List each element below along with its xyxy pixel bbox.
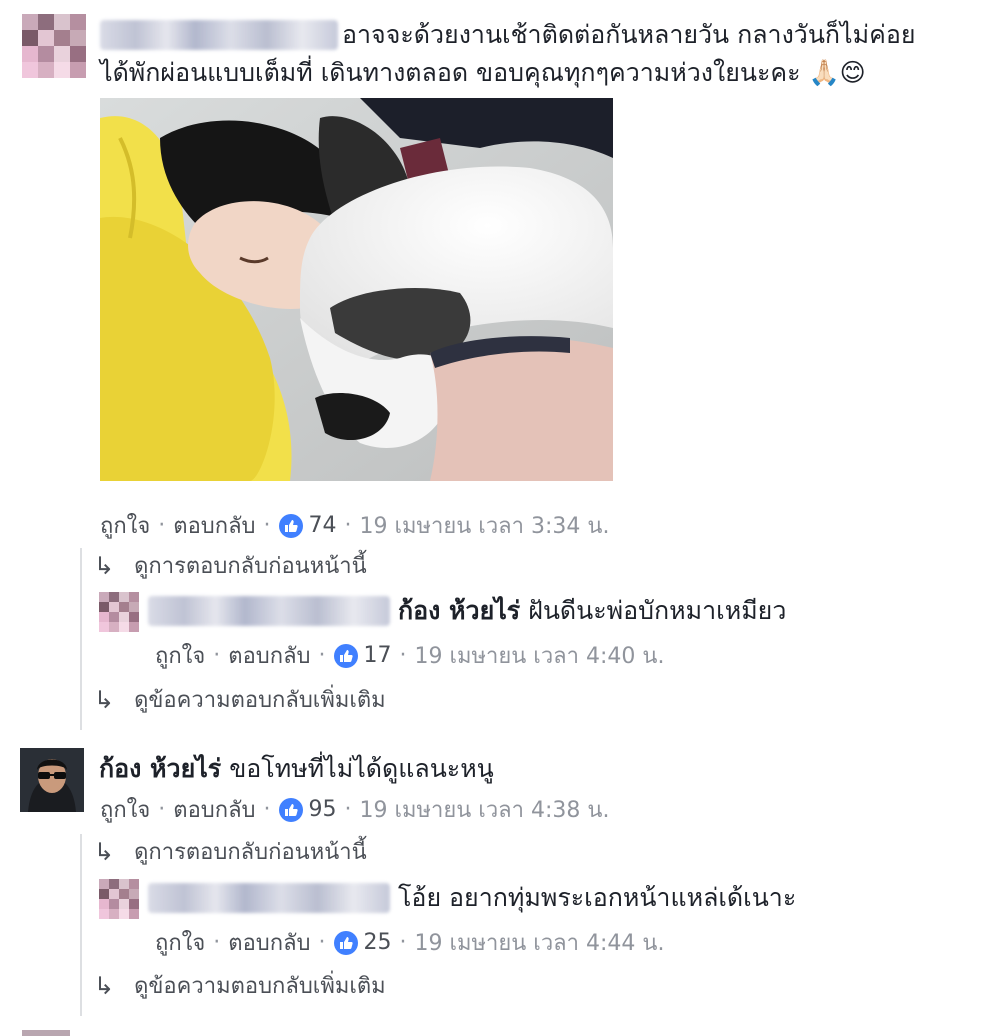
view-previous-replies-link[interactable]: ↳ ดูการตอบกลับก่อนหน้านี้ [94, 834, 367, 869]
reply-arrow-icon: ↳ [94, 551, 115, 580]
reply-arrow-icon: ↳ [94, 685, 115, 714]
comment2-text: ก้อง ห้วยไร่ ขอโทษที่ไม่ได้ดูแลนะหนู [99, 750, 494, 788]
commenter-avatar[interactable] [22, 14, 86, 78]
reply-timestamp[interactable]: 19 เมษายน เวลา 4:44 น. [415, 925, 665, 960]
reply-like-count[interactable]: 25 [364, 930, 392, 955]
comment-text-line2: ได้พักผ่อนแบบเต็มที่ เดินทางตลอด ขอบคุณท… [100, 58, 866, 87]
view-previous-replies-label[interactable]: ดูการตอบกลับก่อนหน้านี้ [134, 834, 367, 869]
comment-meta: ถูกใจ · ตอบกลับ · 74 · 19 เมษายน เวลา 3:… [100, 508, 609, 543]
reply-arrow-icon: ↳ [94, 837, 115, 866]
like-count[interactable]: 74 [309, 513, 337, 538]
view-previous-replies-label[interactable]: ดูการตอบกลับก่อนหน้านี้ [134, 548, 367, 583]
sleeping-girl-with-dog-photo [100, 98, 613, 481]
reply-avatar[interactable] [99, 879, 139, 919]
reply-body: ฝันดีนะพ่อบักหมาเหมียว [528, 596, 787, 625]
like-thumb-icon[interactable] [333, 643, 358, 668]
comment-photo[interactable] [100, 98, 613, 481]
reply-avatar[interactable] [99, 592, 139, 632]
like-count[interactable]: 95 [309, 797, 337, 822]
reply-author-blurred[interactable] [148, 596, 390, 626]
thread-line [80, 548, 82, 730]
view-more-replies-label[interactable]: ดูข้อความตอบกลับเพิ่มเติม [134, 968, 386, 1003]
like-thumb-icon[interactable] [278, 797, 303, 822]
reply-arrow-icon: ↳ [94, 971, 115, 1000]
comment2-author[interactable]: ก้อง ห้วยไร่ [99, 754, 221, 783]
reply-like-link[interactable]: ถูกใจ [155, 925, 205, 960]
reply-reply-link[interactable]: ตอบกลับ [228, 638, 310, 673]
commenter-avatar[interactable] [20, 748, 84, 812]
comment2-meta: ถูกใจ · ตอบกลับ · 95 · 19 เมษายน เวลา 4:… [100, 792, 609, 827]
like-thumb-icon[interactable] [278, 513, 303, 538]
view-more-replies-link[interactable]: ↳ ดูข้อความตอบกลับเพิ่มเติม [94, 682, 386, 717]
view-more-replies-label[interactable]: ดูข้อความตอบกลับเพิ่มเติม [134, 682, 386, 717]
reply-reply-link[interactable]: ตอบกลับ [228, 925, 310, 960]
timestamp[interactable]: 19 เมษายน เวลา 3:34 น. [360, 508, 610, 543]
commenter-name-blurred[interactable] [100, 20, 338, 50]
comment2-body: ขอโทษที่ไม่ได้ดูแลนะหนู [229, 754, 494, 783]
reply2-text: โอ้ย อยากทุ่มพระเอกหน้าแหล่เด้เนาะ [398, 883, 797, 912]
comment-text-line1: อาจจะด้วยงานเช้าติดต่อกันหลายวัน กลางวัน… [342, 20, 916, 49]
reply-author-blurred[interactable] [148, 883, 390, 913]
thread-line [80, 834, 82, 1016]
like-thumb-icon[interactable] [333, 930, 358, 955]
reply-timestamp[interactable]: 19 เมษายน เวลา 4:40 น. [415, 638, 665, 673]
reply-text: ก้อง ห้วยไร่ ฝันดีนะพ่อบักหมาเหมียว [398, 592, 786, 630]
timestamp[interactable]: 19 เมษายน เวลา 4:38 น. [360, 792, 610, 827]
reply-link[interactable]: ตอบกลับ [173, 508, 255, 543]
view-more-replies-link[interactable]: ↳ ดูข้อความตอบกลับเพิ่มเติม [94, 968, 386, 1003]
view-previous-replies-link[interactable]: ↳ ดูการตอบกลับก่อนหน้านี้ [94, 548, 367, 583]
reply-like-link[interactable]: ถูกใจ [155, 638, 205, 673]
next-comment-avatar-partial [22, 1030, 70, 1036]
like-link[interactable]: ถูกใจ [100, 792, 150, 827]
reply-meta: ถูกใจ · ตอบกลับ · 17 · 19 เมษายน เวลา 4:… [155, 638, 664, 673]
reply-meta: ถูกใจ · ตอบกลับ · 25 · 19 เมษายน เวลา 4:… [155, 925, 664, 960]
like-link[interactable]: ถูกใจ [100, 508, 150, 543]
reply-link[interactable]: ตอบกลับ [173, 792, 255, 827]
reply-mention[interactable]: ก้อง ห้วยไร่ [398, 596, 520, 625]
reply-like-count[interactable]: 17 [364, 643, 392, 668]
